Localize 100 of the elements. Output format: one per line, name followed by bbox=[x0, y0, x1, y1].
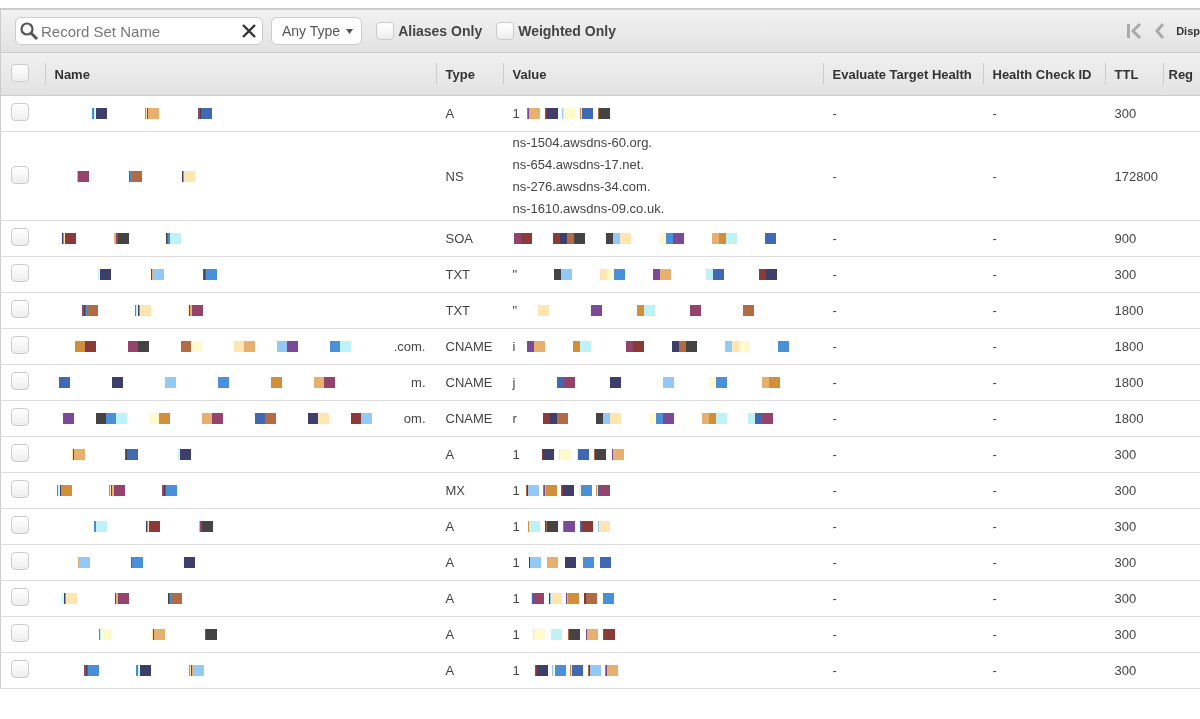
health-check-value: - bbox=[992, 519, 997, 534]
record-type: NS bbox=[445, 168, 464, 184]
record-value: ns-276.awsdns-34.com. bbox=[512, 178, 652, 196]
row-checkbox[interactable] bbox=[11, 444, 29, 462]
record-type: TXT bbox=[445, 303, 471, 318]
evaluate-health-value: - bbox=[832, 519, 837, 534]
evaluate-health-value: - bbox=[832, 231, 837, 246]
health-check-value: - bbox=[992, 447, 997, 462]
record-type: CNAME bbox=[445, 339, 493, 354]
ttl-value: 300 bbox=[1114, 447, 1137, 462]
ttl-value: 300 bbox=[1114, 663, 1137, 678]
column-header[interactable]: Value bbox=[512, 66, 547, 82]
ttl-value: 300 bbox=[1114, 106, 1137, 121]
record-name: .com. bbox=[393, 339, 426, 354]
record-type: CNAME bbox=[445, 411, 493, 426]
filter-checkbox[interactable] bbox=[376, 22, 395, 40]
health-check-value: - bbox=[992, 168, 997, 184]
row-checkbox[interactable] bbox=[11, 300, 29, 318]
row-checkbox[interactable] bbox=[11, 336, 29, 354]
record-value: 1 bbox=[512, 627, 520, 642]
record-type: MX bbox=[445, 483, 465, 498]
record-value: r bbox=[512, 411, 517, 426]
ttl-value: 300 bbox=[1114, 591, 1137, 606]
row-checkbox[interactable] bbox=[11, 228, 29, 246]
pager-text: Disp bbox=[1176, 25, 1200, 37]
evaluate-health-value: - bbox=[832, 303, 837, 318]
column-header[interactable]: Type bbox=[445, 66, 475, 82]
health-check-value: - bbox=[992, 231, 997, 246]
record-value: 1 bbox=[512, 519, 520, 534]
health-check-value: - bbox=[992, 339, 997, 354]
evaluate-health-value: - bbox=[832, 411, 837, 426]
health-check-value: - bbox=[992, 303, 997, 318]
filter-label: Aliases Only bbox=[398, 23, 483, 39]
record-value: " bbox=[512, 267, 518, 282]
search-icon bbox=[19, 21, 39, 41]
row-checkbox[interactable] bbox=[11, 103, 29, 121]
record-value: i bbox=[512, 339, 516, 354]
record-value: 1 bbox=[512, 483, 520, 498]
record-value: ns-1504.awsdns-60.org. bbox=[512, 134, 653, 152]
column-header[interactable]: Name bbox=[54, 66, 90, 82]
record-type: TXT bbox=[445, 267, 471, 282]
record-type: A bbox=[445, 591, 455, 606]
record-type: A bbox=[445, 519, 455, 534]
ttl-value: 900 bbox=[1114, 231, 1137, 246]
evaluate-health-value: - bbox=[832, 339, 837, 354]
row-checkbox[interactable] bbox=[11, 480, 29, 498]
evaluate-health-value: - bbox=[832, 483, 837, 498]
type-dropdown[interactable]: Any Type bbox=[271, 17, 363, 45]
filter-checkbox[interactable] bbox=[496, 22, 515, 40]
evaluate-health-value: - bbox=[832, 447, 837, 462]
select-all-checkbox[interactable] bbox=[11, 63, 29, 82]
evaluate-health-value: - bbox=[832, 627, 837, 642]
row-checkbox[interactable] bbox=[11, 588, 29, 606]
health-check-value: - bbox=[992, 555, 997, 570]
evaluate-health-value: - bbox=[832, 168, 837, 184]
record-type: A bbox=[445, 106, 455, 121]
row-checkbox[interactable] bbox=[11, 372, 29, 390]
close-icon[interactable] bbox=[241, 23, 257, 39]
record-type: SOA bbox=[445, 231, 473, 246]
ttl-value: 300 bbox=[1114, 483, 1137, 498]
record-value: 1 bbox=[512, 106, 520, 121]
record-type: A bbox=[445, 627, 455, 642]
row-checkbox[interactable] bbox=[11, 660, 29, 678]
record-name: om. bbox=[403, 411, 426, 426]
record-value: " bbox=[512, 303, 518, 318]
evaluate-health-value: - bbox=[832, 267, 837, 282]
ttl-value: 300 bbox=[1114, 627, 1137, 642]
row-checkbox[interactable] bbox=[11, 408, 29, 426]
record-type: A bbox=[445, 555, 455, 570]
record-value: 1 bbox=[512, 663, 520, 678]
row-checkbox[interactable] bbox=[11, 624, 29, 642]
row-checkbox[interactable] bbox=[11, 165, 29, 184]
evaluate-health-value: - bbox=[832, 555, 837, 570]
health-check-value: - bbox=[992, 411, 997, 426]
search-field[interactable]: Record Set Name bbox=[15, 17, 263, 45]
health-check-value: - bbox=[992, 106, 997, 121]
health-check-value: - bbox=[992, 663, 997, 678]
ttl-value: 300 bbox=[1114, 267, 1137, 282]
evaluate-health-value: - bbox=[832, 375, 837, 390]
health-check-value: - bbox=[992, 627, 997, 642]
record-value: j bbox=[512, 375, 516, 390]
ttl-value: 1800 bbox=[1114, 339, 1144, 354]
row-checkbox[interactable] bbox=[11, 552, 29, 570]
previous-page-icon[interactable] bbox=[1154, 23, 1167, 39]
filter-label: Weighted Only bbox=[518, 23, 616, 39]
health-check-value: - bbox=[992, 591, 997, 606]
health-check-value: - bbox=[992, 267, 997, 282]
ttl-value: 1800 bbox=[1114, 303, 1144, 318]
record-type: A bbox=[445, 663, 455, 678]
evaluate-health-value: - bbox=[832, 663, 837, 678]
record-value: ns-1610.awsdns-09.co.uk. bbox=[512, 200, 666, 218]
row-checkbox[interactable] bbox=[11, 516, 29, 534]
evaluate-health-value: - bbox=[832, 106, 837, 121]
record-name: m. bbox=[411, 375, 426, 390]
row-checkbox[interactable] bbox=[11, 264, 29, 282]
ttl-value: 1800 bbox=[1114, 411, 1144, 426]
ttl-value: 172800 bbox=[1114, 168, 1158, 184]
column-header[interactable]: TTL bbox=[1114, 66, 1139, 82]
evaluate-health-value: - bbox=[832, 591, 837, 606]
health-check-value: - bbox=[992, 483, 997, 498]
